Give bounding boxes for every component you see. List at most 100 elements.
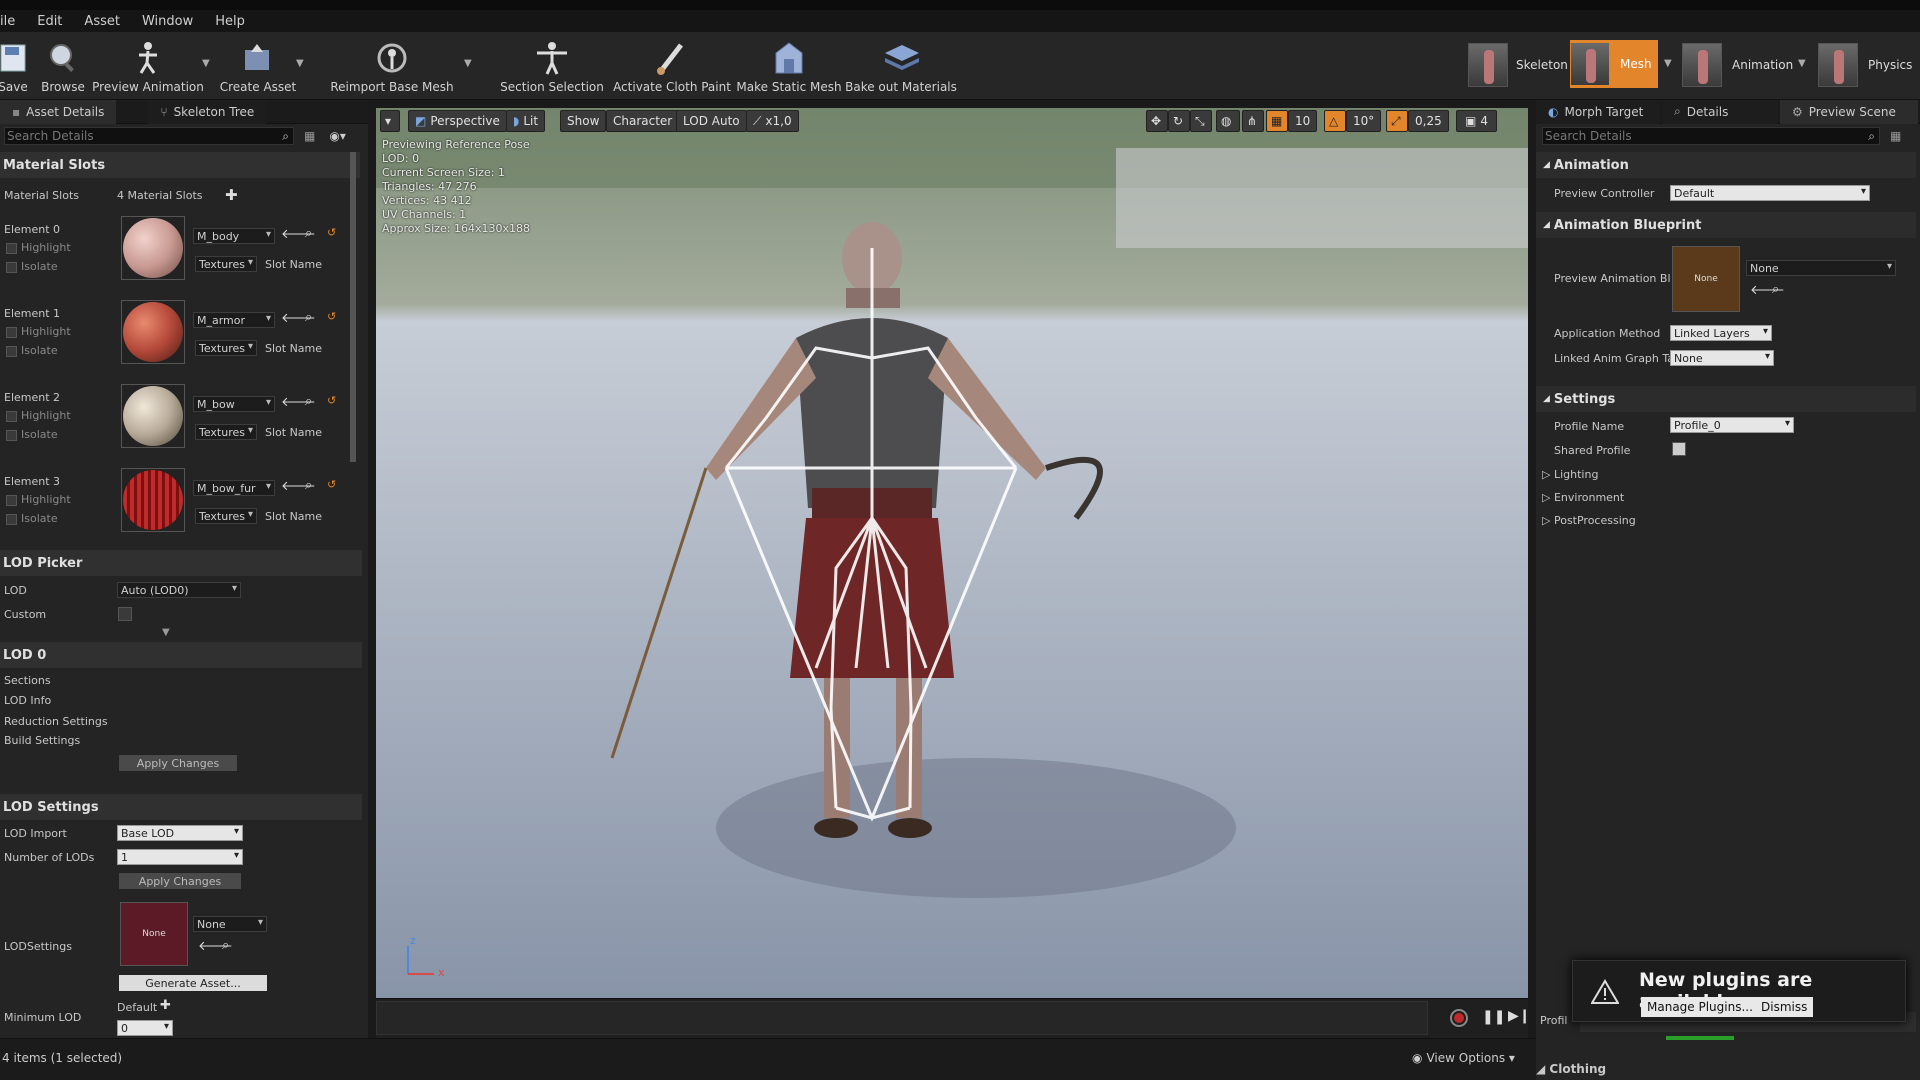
browse-icon[interactable]: ⌕ xyxy=(305,226,312,241)
material-slots-section[interactable]: Material Slots xyxy=(0,152,360,178)
environment-category[interactable]: ▷ Environment xyxy=(1542,491,1624,504)
tab-asset-details[interactable]: ▪ Asset Details xyxy=(0,99,117,124)
browse-button[interactable]: Browse xyxy=(38,32,88,100)
lodsettings-thumbnail[interactable]: None xyxy=(120,902,188,966)
perspective-button[interactable]: ◩ Perspective xyxy=(408,110,507,132)
application-method-dropdown[interactable]: Linked Layers xyxy=(1670,325,1772,341)
material-thumbnail[interactable] xyxy=(121,384,185,448)
scale-snap-icon[interactable]: ⤢ xyxy=(1386,110,1408,132)
rotate-icon[interactable]: ↻ xyxy=(1168,110,1190,132)
highlight-checkbox[interactable]: Highlight xyxy=(6,325,71,338)
lod-settings-section[interactable]: LOD Settings xyxy=(0,794,362,820)
material-dropdown[interactable]: M_bow xyxy=(193,396,275,412)
scale-icon[interactable]: ⤡ xyxy=(1190,110,1212,132)
chevron-down-icon[interactable]: ▼ xyxy=(296,58,304,69)
browse-icon[interactable]: ⌕ xyxy=(305,478,312,493)
world-local-icon[interactable]: ◍ xyxy=(1216,110,1240,132)
dismiss-button[interactable]: Dismiss xyxy=(1755,997,1814,1017)
build-settings-item[interactable]: Build Settings xyxy=(4,734,80,747)
use-selected-arrow-icon[interactable]: 🡐 xyxy=(1750,282,1785,298)
translate-icon[interactable]: ✥ xyxy=(1146,110,1168,132)
character-button[interactable]: Character xyxy=(606,110,680,132)
menu-file[interactable]: ile xyxy=(0,14,15,29)
minimum-lod-input[interactable]: 0 xyxy=(117,1020,173,1036)
custom-checkbox[interactable] xyxy=(118,607,136,621)
lit-button[interactable]: ◗ Lit xyxy=(506,110,546,132)
settings-section[interactable]: ◢ Settings xyxy=(1536,386,1916,412)
apply-changes-button[interactable]: Apply Changes xyxy=(118,872,242,890)
grid-view-icon[interactable]: ▦ xyxy=(1890,129,1901,143)
viewport-options-button[interactable]: ▾ xyxy=(380,110,400,132)
postprocessing-category[interactable]: ▷ PostProcessing xyxy=(1542,514,1636,527)
playback-speed-button[interactable]: ⟋ x1,0 xyxy=(746,110,799,132)
lod-picker-section[interactable]: LOD Picker xyxy=(0,550,362,576)
rotation-snap-value[interactable]: 10° xyxy=(1346,110,1382,132)
section-selection-button[interactable]: Section Selection xyxy=(500,32,604,100)
anim-blueprint-dropdown[interactable]: None xyxy=(1746,260,1896,276)
pause-icon[interactable]: ❚❚ xyxy=(1482,1009,1505,1025)
lodsettings-dropdown[interactable]: None xyxy=(193,916,267,932)
reset-icon[interactable]: ↺ xyxy=(327,310,336,323)
lod-import-dropdown[interactable]: Base LOD xyxy=(117,825,243,841)
viewport[interactable]: Previewing Reference Pose LOD: 0 Current… xyxy=(376,108,1528,998)
reset-icon[interactable]: ↺ xyxy=(327,226,336,239)
expand-arrow-icon[interactable]: ▼ xyxy=(162,627,170,638)
isolate-checkbox[interactable]: Isolate xyxy=(6,428,58,441)
material-dropdown[interactable]: M_bow_fur xyxy=(193,480,275,496)
animation-section[interactable]: ◢ Animation xyxy=(1536,152,1916,178)
generate-asset-button[interactable]: Generate Asset... xyxy=(118,974,268,992)
menu-window[interactable]: Window xyxy=(142,14,193,29)
shared-profile-checkbox[interactable] xyxy=(1672,442,1690,456)
mode-animation-button[interactable]: Animation xyxy=(1682,40,1793,90)
search-input[interactable]: Search Details ⌕ xyxy=(4,127,294,145)
chevron-down-icon[interactable]: ▼ xyxy=(1798,58,1806,69)
view-options-button[interactable]: ◉ View Options ▾ xyxy=(1412,1051,1515,1065)
chevron-down-icon[interactable]: ▼ xyxy=(1664,58,1672,69)
highlight-checkbox[interactable]: Highlight xyxy=(6,493,71,506)
reimport-base-mesh-button[interactable]: Reimport Base Mesh xyxy=(330,32,454,100)
scrollbar[interactable] xyxy=(350,152,356,462)
search-input[interactable]: Search Details ⌕ xyxy=(1542,127,1880,145)
textures-dropdown[interactable]: Textures xyxy=(195,424,257,440)
surface-snap-icon[interactable]: ⋔ xyxy=(1242,110,1264,132)
linked-anim-graph-input[interactable]: None xyxy=(1670,350,1774,366)
isolate-checkbox[interactable]: Isolate xyxy=(6,260,58,273)
textures-dropdown[interactable]: Textures xyxy=(195,340,257,356)
textures-dropdown[interactable]: Textures xyxy=(195,256,257,272)
preview-controller-dropdown[interactable]: Default xyxy=(1670,185,1870,201)
scale-snap-value[interactable]: 0,25 xyxy=(1408,110,1449,132)
tab-morph-target[interactable]: ◐ Morph Target xyxy=(1536,99,1660,124)
show-button[interactable]: Show xyxy=(560,110,607,132)
menu-edit[interactable]: Edit xyxy=(37,14,62,29)
add-icon[interactable]: ✚ xyxy=(225,186,238,204)
menu-help[interactable]: Help xyxy=(215,14,245,29)
clothing-section[interactable]: ◢ Clothing xyxy=(1536,1062,1606,1076)
tab-skeleton-tree[interactable]: ⑂ Skeleton Tree xyxy=(148,99,267,124)
grid-snap-icon[interactable]: ▦ xyxy=(1266,110,1288,132)
browse-icon[interactable]: ⌕ xyxy=(305,394,312,409)
reset-icon[interactable]: ↺ xyxy=(327,478,336,491)
browse-icon[interactable]: ⌕ xyxy=(1772,282,1779,297)
lighting-category[interactable]: ▷ Lighting xyxy=(1542,468,1598,481)
bake-out-materials-button[interactable]: Bake out Materials xyxy=(845,32,957,100)
isolate-checkbox[interactable]: Isolate xyxy=(6,512,58,525)
record-button[interactable] xyxy=(1450,1009,1468,1027)
animation-blueprint-section[interactable]: ◢ Animation Blueprint xyxy=(1536,212,1916,238)
eye-icon[interactable]: ◉▾ xyxy=(329,129,346,143)
make-static-mesh-button[interactable]: Make Static Mesh xyxy=(736,32,842,100)
material-dropdown[interactable]: M_body xyxy=(193,228,275,244)
save-button[interactable]: Save xyxy=(0,32,32,100)
material-thumbnail[interactable] xyxy=(121,468,185,532)
chevron-down-icon[interactable]: ▼ xyxy=(464,58,472,69)
mode-mesh-button[interactable]: Mesh xyxy=(1570,40,1658,88)
tab-preview-scene[interactable]: ⚙ Preview Scene xyxy=(1780,99,1918,124)
timeline-track[interactable] xyxy=(376,1001,1428,1035)
highlight-checkbox[interactable]: Highlight xyxy=(6,409,71,422)
profile-name-input[interactable]: Profile_0 xyxy=(1670,417,1794,433)
mode-skeleton-button[interactable]: Skeleton xyxy=(1468,40,1568,90)
browse-icon[interactable]: ⌕ xyxy=(305,310,312,325)
lod-dropdown[interactable]: Auto (LOD0) xyxy=(117,582,241,598)
manage-plugins-button[interactable]: Manage Plugins... xyxy=(1641,997,1759,1017)
anim-blueprint-thumbnail[interactable]: None xyxy=(1672,246,1740,312)
reset-icon[interactable]: ↺ xyxy=(327,394,336,407)
